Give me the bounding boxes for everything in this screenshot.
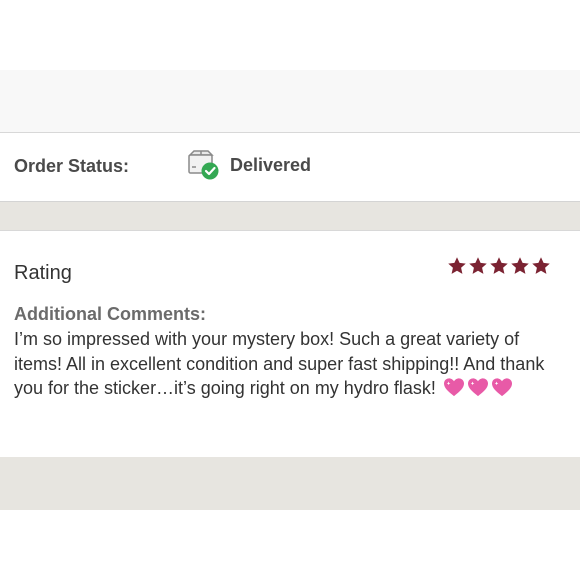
sparkling-heart-icon: [491, 378, 512, 397]
section-divider-band: [0, 202, 580, 230]
comments-text: I’m so impressed with your mystery box! …: [14, 327, 570, 401]
delivered-box-icon: [188, 150, 219, 180]
rating-label: Rating: [14, 262, 72, 284]
star-icon: [448, 257, 466, 274]
order-status-label: Order Status:: [14, 156, 130, 176]
star-icon: [490, 257, 508, 274]
order-status-row: Order Status: Delivered: [0, 133, 580, 202]
screenshot-stage: Order Status: Delivered Rating Additiona…: [0, 0, 580, 580]
star-icon: [469, 257, 487, 274]
sparkling-heart-icon: [443, 378, 464, 397]
order-status-value: Delivered: [230, 155, 312, 175]
star-icon: [532, 257, 550, 274]
comments-label: Additional Comments:: [14, 304, 206, 324]
footer-band: [0, 457, 580, 510]
star-icon: [511, 257, 529, 274]
sparkling-heart-icon: [467, 378, 488, 397]
review-card: Rating Additional Comments: I’m so impre…: [0, 230, 580, 458]
header-band: [0, 70, 580, 133]
rating-stars: [447, 256, 551, 276]
